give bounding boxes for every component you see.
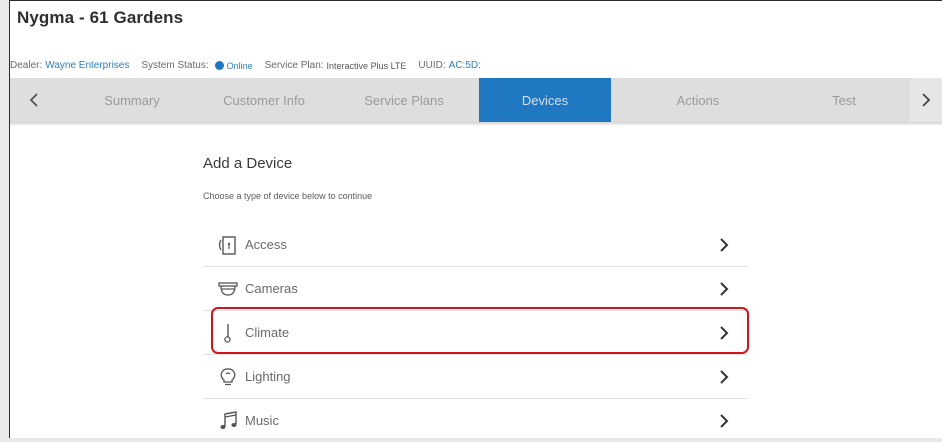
customer-title: Nygma - 61 Gardens (17, 8, 184, 27)
chevron-right-icon (714, 235, 734, 255)
tab-prev-button[interactable] (10, 78, 58, 122)
system-status: System Status: Online (141, 60, 252, 71)
lightbulb-icon (217, 366, 239, 388)
tab-test[interactable]: Test (770, 78, 918, 122)
device-type-list: Access Cameras Climate Lighting Music (203, 223, 748, 442)
device-item-cameras[interactable]: Cameras (203, 267, 748, 311)
device-item-access[interactable]: Access (203, 223, 748, 267)
tab-label: Actions (676, 92, 720, 108)
plan-value: Interactive Plus LTE (326, 60, 407, 71)
chevron-right-icon (714, 367, 734, 387)
tab-devices[interactable]: Devices (479, 78, 611, 122)
chevron-right-icon (714, 279, 734, 299)
tab-actions[interactable]: Actions (624, 78, 772, 122)
device-item-label: Music (245, 413, 279, 428)
device-item-climate[interactable]: Climate (203, 311, 748, 355)
content-divider (10, 122, 942, 126)
chevron-right-icon (714, 411, 734, 431)
dealer-link[interactable]: Wayne Enterprises (45, 60, 129, 71)
device-item-label: Cameras (245, 281, 298, 296)
music-note-icon (217, 410, 239, 432)
tab-label: Summary (104, 92, 160, 108)
page-subtitle: Choose a type of device below to continu… (203, 191, 373, 201)
tab-label: Devices (521, 92, 569, 108)
status-value: Online (226, 60, 253, 71)
dealer-info: Dealer: Wayne Enterprises (10, 60, 129, 71)
tab-customer-info[interactable]: Customer Info (190, 78, 338, 122)
tab-label: Customer Info (223, 92, 305, 108)
door-access-icon (217, 234, 239, 256)
uuid-info: UUID: AC:5D: (418, 60, 480, 71)
thermometer-icon (217, 322, 239, 344)
status-label: System Status: (141, 60, 209, 71)
tab-service-plans[interactable]: Service Plans (330, 78, 478, 122)
chevron-right-icon (714, 323, 734, 343)
tab-summary[interactable]: Summary (58, 78, 206, 122)
account-info-row: Dealer: Wayne Enterprises System Status:… (10, 60, 493, 71)
uuid-link[interactable]: AC:5D: (449, 60, 481, 71)
plan-label: Service Plan: (264, 60, 324, 71)
tab-label: Test (832, 92, 856, 108)
tab-bar: Summary Customer Info Service Plans Devi… (10, 78, 942, 122)
chevron-left-icon (29, 93, 38, 107)
tab-next-button[interactable] (910, 78, 942, 122)
service-plan: Service Plan: Interactive Plus LTE (265, 60, 407, 71)
page-title: Add a Device (203, 155, 293, 172)
device-item-label: Lighting (245, 369, 291, 384)
device-item-lighting[interactable]: Lighting (203, 355, 748, 399)
device-item-label: Access (245, 237, 287, 252)
uuid-label: UUID: (418, 60, 446, 71)
device-item-label: Climate (245, 325, 290, 340)
status-dot-icon (214, 61, 224, 70)
dome-camera-icon (217, 278, 239, 300)
device-item-music[interactable]: Music (203, 399, 748, 442)
dealer-label: Dealer: (10, 60, 43, 71)
tab-label: Service Plans (364, 92, 444, 108)
chevron-right-icon (922, 93, 931, 107)
